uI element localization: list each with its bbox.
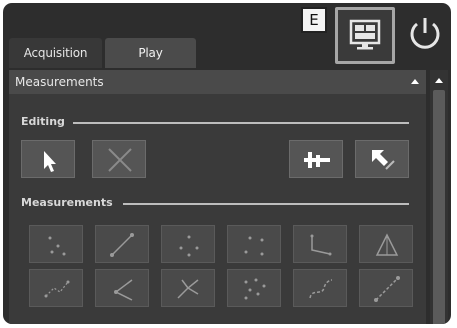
distance-icon (374, 276, 400, 302)
panel-scrollbar[interactable] (430, 70, 448, 324)
point-count-icon (244, 278, 266, 300)
panel-title: Measurements (15, 75, 104, 89)
points-icon (48, 236, 66, 256)
section-divider (123, 203, 409, 205)
measure-angle-button[interactable] (359, 225, 413, 263)
collapse-arrow-icon[interactable] (410, 77, 420, 85)
pen-arrow-icon (372, 150, 395, 170)
tab-acquisition[interactable]: Acquisition (9, 38, 102, 68)
measure-line-button[interactable] (95, 225, 149, 263)
line-icon (110, 233, 134, 257)
calibrate-tool-button[interactable] (289, 140, 343, 178)
rectangle-points-icon (244, 236, 264, 256)
measure-three-point-angle-button[interactable] (95, 269, 149, 307)
section-label-editing: Editing (21, 115, 65, 128)
circle-points-icon (179, 235, 199, 257)
delete-x-icon (108, 148, 132, 172)
edit-tool-button[interactable] (355, 140, 409, 178)
section-divider (73, 122, 409, 124)
select-tool-button[interactable] (21, 140, 75, 178)
scroll-up-icon[interactable] (434, 76, 444, 84)
measure-branch-button[interactable] (161, 269, 215, 307)
scroll-thumb[interactable] (433, 90, 445, 324)
measure-freehand-button[interactable] (293, 269, 347, 307)
measure-point-count-button[interactable] (227, 269, 281, 307)
polyline-icon (310, 234, 332, 256)
measure-rectangle-button[interactable] (227, 225, 281, 263)
tab-play[interactable]: Play (105, 38, 196, 68)
app-window: E Acquisition Play Measurements Editing (3, 3, 451, 324)
callout-label: E (301, 7, 327, 33)
branch-icon (177, 279, 199, 299)
path-points-icon (44, 280, 70, 298)
pointer-icon (44, 151, 56, 172)
power-button[interactable] (402, 9, 448, 61)
measure-points-button[interactable] (29, 225, 83, 263)
measurements-panel: Measurements Editing Measurements (9, 70, 426, 324)
freehand-icon (309, 279, 333, 299)
caliper-icon (304, 152, 330, 168)
display-layout-button[interactable] (335, 7, 395, 64)
display-layout-icon (349, 19, 381, 50)
triangle-angle-icon (375, 233, 399, 256)
delete-tool-button[interactable] (92, 140, 146, 178)
section-label-measurements: Measurements (21, 196, 113, 209)
power-icon (410, 18, 440, 49)
measure-distance-button[interactable] (359, 269, 413, 307)
measure-polyline-button[interactable] (293, 225, 347, 263)
panel-header[interactable]: Measurements (9, 70, 426, 94)
measure-path-button[interactable] (29, 269, 83, 307)
measure-circle-button[interactable] (161, 225, 215, 263)
angle-icon (114, 279, 133, 301)
